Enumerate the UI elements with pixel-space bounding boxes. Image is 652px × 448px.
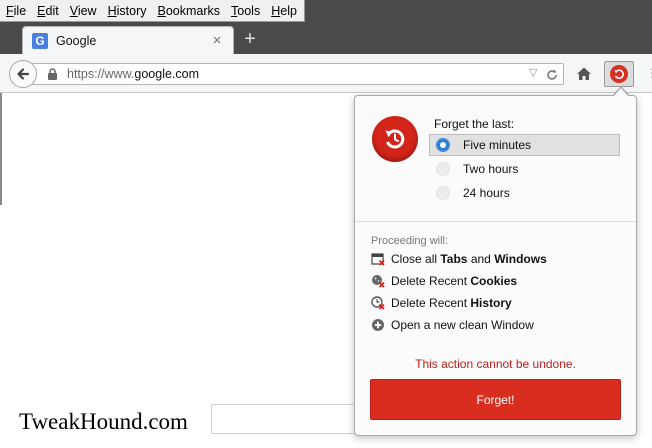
home-icon[interactable] [573, 63, 595, 85]
option-label: 24 hours [463, 186, 510, 200]
radio-two-hours[interactable] [436, 162, 450, 176]
plus-circle-icon [372, 319, 384, 331]
option-label: Five minutes [463, 138, 532, 152]
action-delete-cookies: Delete Recent Cookies [371, 273, 517, 289]
clock-x-icon [371, 296, 385, 310]
undo-warning: This action cannot be undone. [415, 357, 576, 371]
forget-toolbar-button[interactable] [604, 61, 634, 87]
menu-file[interactable]: File [6, 4, 26, 18]
action-text: Close all Tabs and Windows [391, 252, 547, 266]
action-delete-history: Delete Recent History [371, 295, 512, 311]
tab-google[interactable]: G Google × [22, 26, 234, 54]
lock-icon [48, 68, 57, 80]
forget-button[interactable]: Forget! [370, 379, 621, 420]
forget-panel: Forget the last: Five minutes Two hours … [354, 95, 637, 436]
new-tab-button[interactable]: + [240, 29, 260, 49]
panel-arrow-fill [613, 88, 629, 97]
proceeding-label: Proceeding will: [371, 235, 449, 247]
back-arrow-icon [17, 68, 30, 80]
tab-title: Google [56, 33, 97, 48]
menu-help[interactable]: Help [271, 4, 297, 18]
close-tab-icon[interactable]: × [209, 32, 225, 49]
action-close-tabs: Close all Tabs and Windows [371, 251, 547, 267]
url-bar[interactable]: https://www.google.com ▽ [26, 63, 564, 85]
menu-bookmarks[interactable]: Bookmarks [158, 4, 221, 18]
search-input[interactable] [211, 404, 363, 434]
option-label: Two hours [463, 162, 519, 176]
menu-bar: File Edit View History Bookmarks Tools H… [0, 0, 305, 22]
menu-history[interactable]: History [108, 4, 147, 18]
forget-heading: Forget the last: [434, 117, 515, 131]
option-two-hours[interactable]: Two hours [429, 158, 620, 180]
menu-tools[interactable]: Tools [231, 4, 260, 18]
action-text: Delete Recent Cookies [391, 274, 518, 288]
nav-toolbar: https://www.google.com ▽ ⋮ [0, 54, 652, 93]
radio-24-hours[interactable] [436, 186, 450, 200]
url-text: https://www.google.com [67, 67, 200, 81]
window-edge [0, 93, 2, 205]
radio-five-minutes[interactable] [436, 138, 450, 152]
forget-undo-icon [610, 65, 628, 83]
window-x-icon [371, 253, 385, 266]
menu-edit[interactable]: Edit [37, 4, 59, 18]
action-open-clean-window: Open a new clean Window [371, 317, 534, 333]
reload-icon[interactable] [545, 68, 559, 82]
option-five-minutes[interactable]: Five minutes [429, 134, 620, 156]
action-text: Delete Recent History [391, 296, 512, 310]
menu-view[interactable]: View [70, 4, 97, 18]
action-text: Open a new clean Window [391, 318, 534, 332]
google-favicon-icon: G [32, 32, 48, 49]
cookie-x-icon [372, 275, 385, 288]
forget-big-undo-icon [372, 116, 418, 162]
watermark: TweakHound.com [19, 409, 188, 434]
back-button[interactable] [9, 60, 37, 88]
option-24-hours[interactable]: 24 hours [429, 182, 620, 204]
url-dropdown-icon[interactable]: ▽ [529, 66, 537, 79]
divider [355, 221, 636, 222]
toolbar-overflow-icon[interactable]: ⋮ [646, 66, 652, 80]
